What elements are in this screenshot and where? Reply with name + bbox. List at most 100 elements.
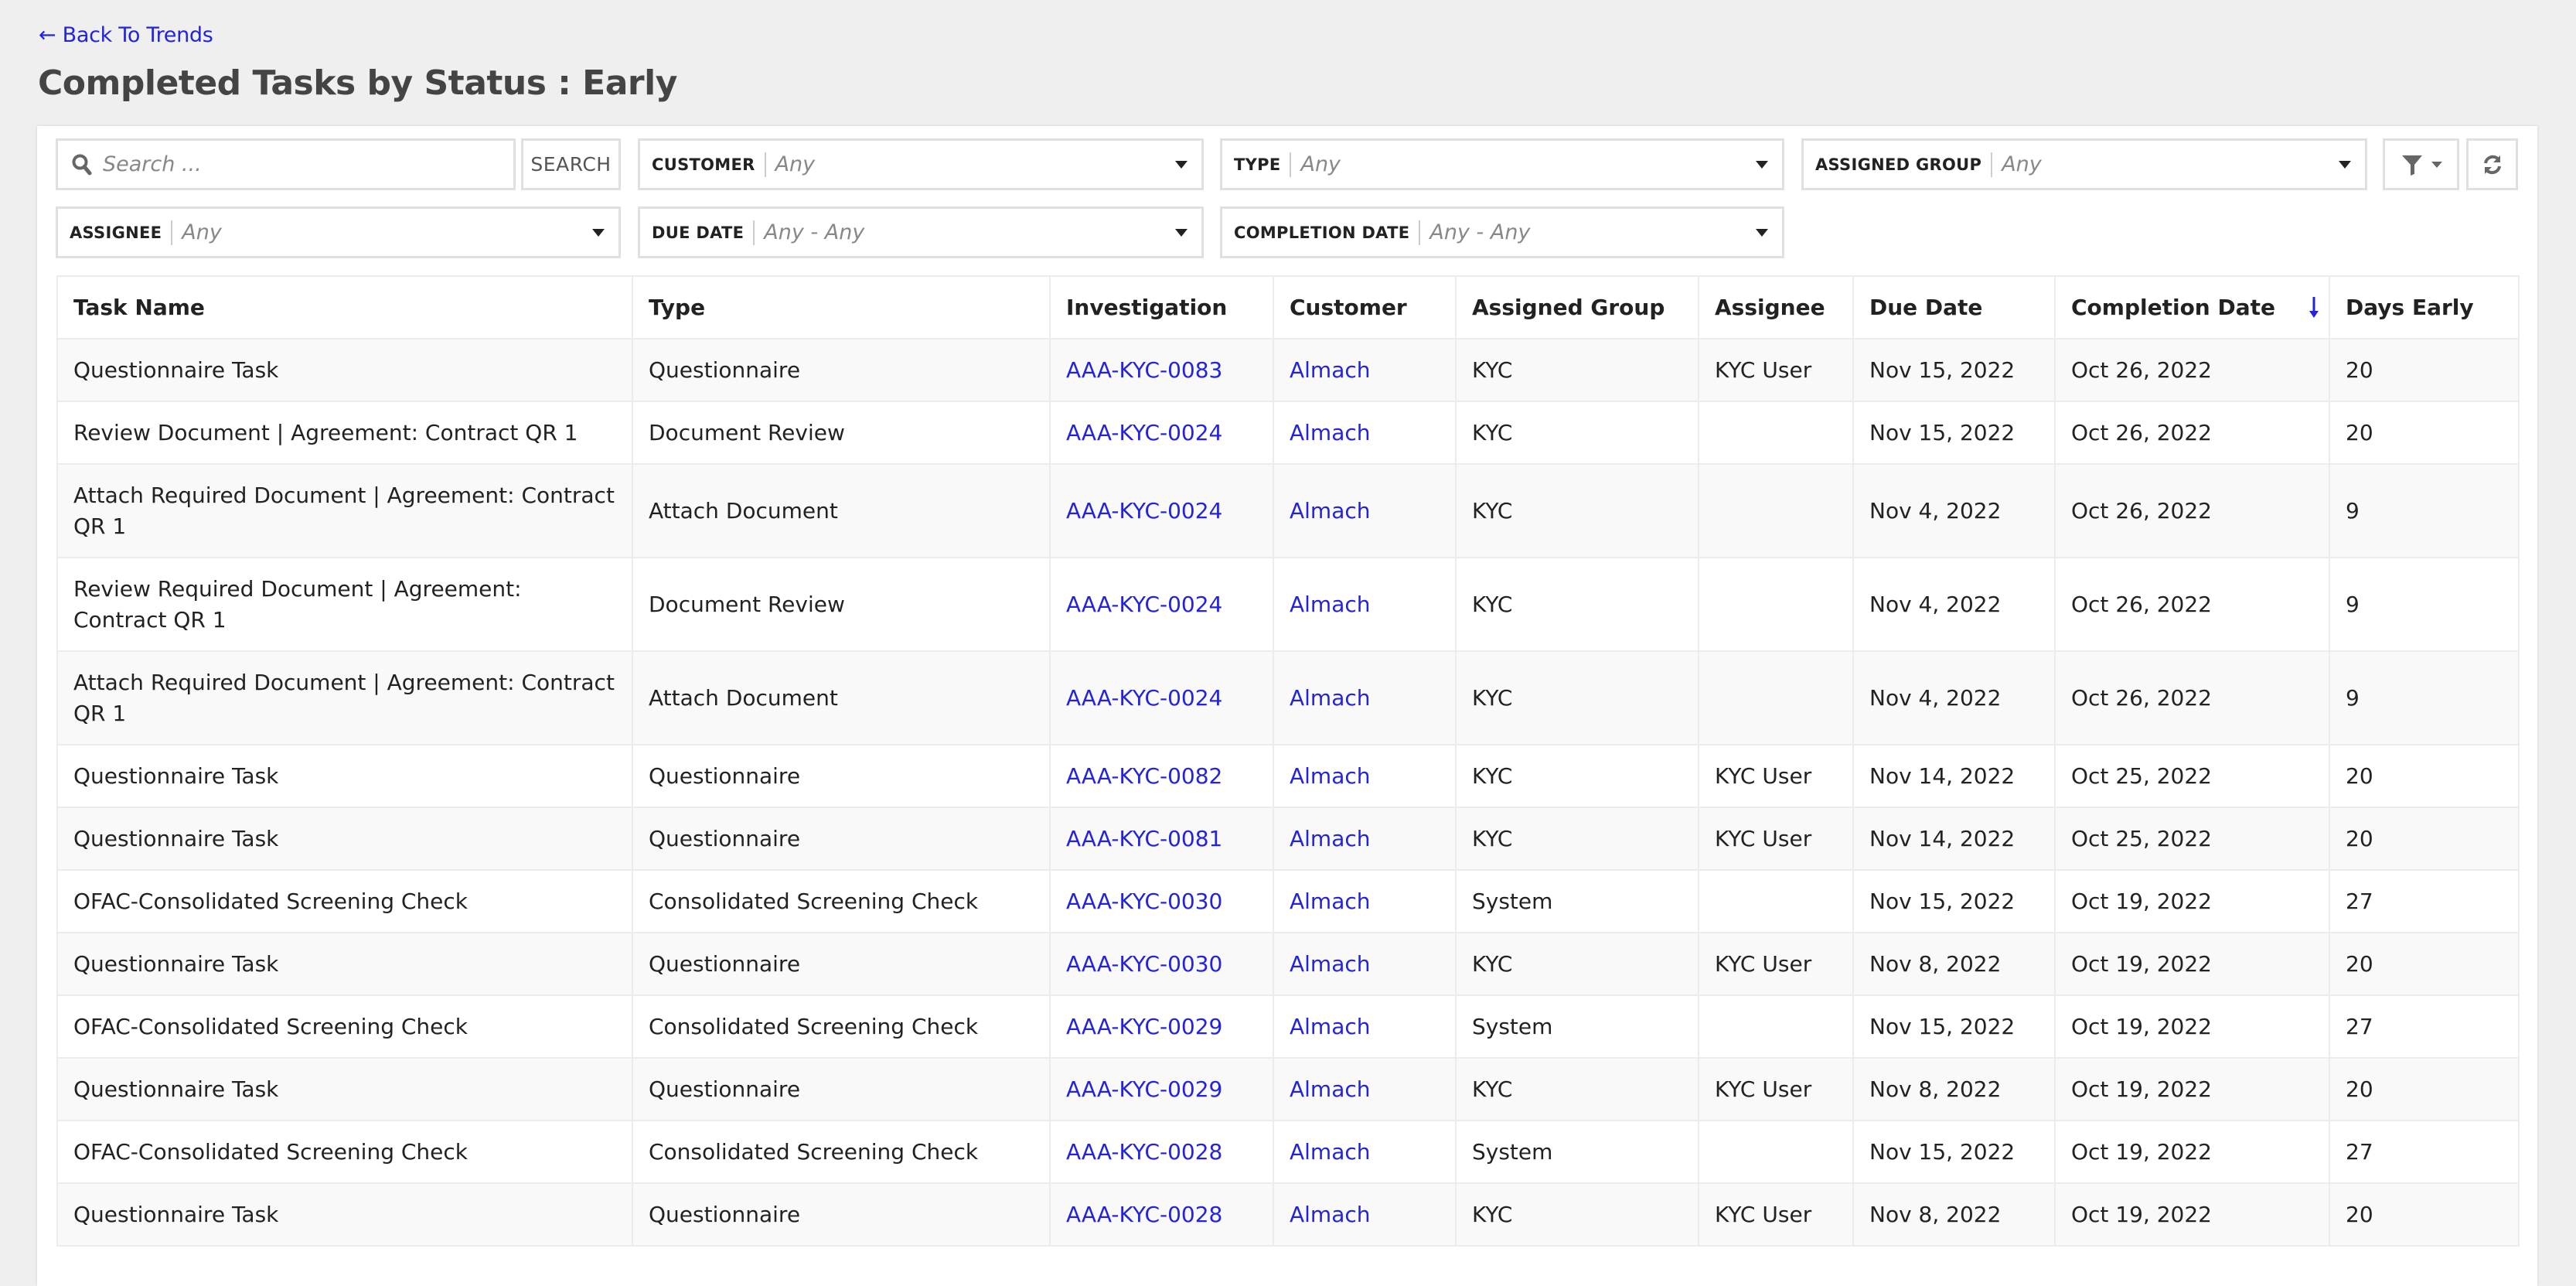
customer-link[interactable]: Almach — [1290, 357, 1371, 383]
column-header-assignee[interactable]: Assignee — [1698, 275, 1854, 339]
assignee-cell: KYC User — [1698, 932, 1854, 996]
customer-link[interactable]: Almach — [1290, 1076, 1371, 1102]
customer-link[interactable]: Almach — [1290, 826, 1371, 851]
investigation-link[interactable]: AAA-KYC-0024 — [1066, 592, 1222, 617]
completion-date-cell: Oct 19, 2022 — [2054, 1057, 2330, 1121]
column-header-type[interactable]: Type — [632, 275, 1051, 339]
customer-link[interactable]: Almach — [1290, 685, 1371, 711]
table-row[interactable]: Questionnaire Task Questionnaire AAA-KYC-0… — [56, 338, 2520, 402]
type-cell: Questionnaire — [632, 744, 1051, 808]
investigation-link[interactable]: AAA-KYC-0082 — [1066, 763, 1222, 789]
assigned-group-cell: KYC — [1455, 650, 1699, 745]
table-row[interactable]: Questionnaire Task Questionnaire AAA-KYC-0… — [56, 1182, 2520, 1247]
investigation-cell: AAA-KYC-0024 — [1049, 401, 1274, 465]
assigned-group-filter-value: Any — [2002, 152, 2042, 176]
refresh-button[interactable] — [2466, 138, 2518, 190]
investigation-link[interactable]: AAA-KYC-0029 — [1066, 1076, 1222, 1102]
task-name-cell: Attach Required Document | Agreement: Co… — [56, 463, 633, 558]
type-filter[interactable]: TYPE Any — [1220, 138, 1784, 190]
task-name-cell: OFAC-Consolidated Screening Check — [56, 869, 633, 933]
due-date-cell: Nov 15, 2022 — [1852, 1120, 2056, 1184]
assigned-group-cell: KYC — [1455, 463, 1699, 558]
type-cell: Consolidated Screening Check — [632, 1120, 1051, 1184]
type-cell: Document Review — [632, 557, 1051, 652]
task-name-cell: Questionnaire Task — [56, 744, 633, 808]
type-cell: Questionnaire — [632, 1182, 1051, 1247]
table-row[interactable]: Attach Required Document | Agreement: Co… — [56, 463, 2520, 558]
table-row[interactable]: Questionnaire Task Questionnaire AAA-KYC-0… — [56, 1057, 2520, 1121]
filter-menu-button[interactable] — [2383, 138, 2459, 190]
search-input[interactable] — [101, 152, 491, 177]
customer-link[interactable]: Almach — [1290, 1014, 1371, 1039]
investigation-link[interactable]: AAA-KYC-0030 — [1066, 951, 1222, 977]
customer-link[interactable]: Almach — [1290, 498, 1371, 524]
table-row[interactable]: Questionnaire Task Questionnaire AAA-KYC-0… — [56, 744, 2520, 808]
assignee-cell — [1698, 557, 1854, 652]
table-row[interactable]: Review Document | Agreement: Contract QR… — [56, 401, 2520, 465]
assigned-group-filter[interactable]: ASSIGNED GROUP Any — [1801, 138, 2367, 190]
chevron-down-icon — [2339, 160, 2351, 169]
column-header-assigned-group[interactable]: Assigned Group — [1455, 275, 1699, 339]
assignee-filter[interactable]: ASSIGNEE Any — [56, 206, 621, 258]
task-name-cell: Review Document | Agreement: Contract QR… — [56, 401, 633, 465]
column-header-due-date[interactable]: Due Date — [1852, 275, 2056, 339]
investigation-cell: AAA-KYC-0081 — [1049, 807, 1274, 871]
days-early-cell: 20 — [2329, 1182, 2520, 1247]
assignee-cell: KYC User — [1698, 744, 1854, 808]
table-row[interactable]: OFAC-Consolidated Screening Check Consoli… — [56, 1120, 2520, 1184]
investigation-link[interactable]: AAA-KYC-0024 — [1066, 498, 1222, 524]
customer-cell: Almach — [1273, 869, 1457, 933]
assigned-group-cell: KYC — [1455, 932, 1699, 996]
assignee-cell — [1698, 994, 1854, 1059]
investigation-link[interactable]: AAA-KYC-0029 — [1066, 1014, 1222, 1039]
investigation-link[interactable]: AAA-KYC-0081 — [1066, 826, 1222, 851]
column-header-investigation[interactable]: Investigation — [1049, 275, 1274, 339]
completion-date-cell: Oct 19, 2022 — [2054, 1120, 2330, 1184]
customer-link[interactable]: Almach — [1290, 763, 1371, 789]
customer-link[interactable]: Almach — [1290, 420, 1371, 445]
investigation-link[interactable]: AAA-KYC-0030 — [1066, 889, 1222, 914]
type-filter-label: TYPE — [1234, 155, 1281, 174]
type-cell: Questionnaire — [632, 807, 1051, 871]
tasks-table: Task Name Type Investigation Customer As… — [56, 275, 2520, 1247]
investigation-link[interactable]: AAA-KYC-0028 — [1066, 1139, 1222, 1165]
due-date-filter[interactable]: DUE DATE Any - Any — [638, 206, 1204, 258]
days-early-cell: 20 — [2329, 744, 2520, 808]
back-to-trends-link[interactable]: ← Back To Trends — [39, 23, 213, 47]
column-header-customer[interactable]: Customer — [1273, 275, 1457, 339]
column-header-completion-date[interactable]: Completion Date — [2054, 275, 2330, 339]
column-header-task-name[interactable]: Task Name — [56, 275, 633, 339]
investigation-cell: AAA-KYC-0024 — [1049, 650, 1274, 745]
search-button[interactable]: SEARCH — [521, 138, 621, 190]
table-row[interactable]: Attach Required Document | Agreement: Co… — [56, 650, 2520, 745]
search-field[interactable] — [56, 138, 516, 190]
completion-date-filter[interactable]: COMPLETION DATE Any - Any — [1220, 206, 1784, 258]
completion-date-cell: Oct 26, 2022 — [2054, 338, 2330, 402]
sort-descending-icon[interactable] — [2309, 296, 2319, 319]
table-row[interactable]: OFAC-Consolidated Screening Check Consoli… — [56, 994, 2520, 1059]
investigation-link[interactable]: AAA-KYC-0083 — [1066, 357, 1222, 383]
customer-link[interactable]: Almach — [1290, 951, 1371, 977]
customer-cell: Almach — [1273, 1120, 1457, 1184]
customer-link[interactable]: Almach — [1290, 592, 1371, 617]
due-date-cell: Nov 4, 2022 — [1852, 650, 2056, 745]
table-row[interactable]: Questionnaire Task Questionnaire AAA-KYC-0… — [56, 807, 2520, 871]
customer-link[interactable]: Almach — [1290, 1139, 1371, 1165]
investigation-link[interactable]: AAA-KYC-0024 — [1066, 685, 1222, 711]
type-cell: Consolidated Screening Check — [632, 994, 1051, 1059]
type-cell: Attach Document — [632, 463, 1051, 558]
task-name-cell: Review Required Document | Agreement: Co… — [56, 557, 633, 652]
customer-cell: Almach — [1273, 650, 1457, 745]
table-row[interactable]: Questionnaire Task Questionnaire AAA-KYC-0… — [56, 932, 2520, 996]
assigned-group-cell: KYC — [1455, 1182, 1699, 1247]
due-date-filter-value: Any - Any — [764, 220, 865, 244]
table-row[interactable]: OFAC-Consolidated Screening Check Consoli… — [56, 869, 2520, 933]
assigned-group-cell: KYC — [1455, 557, 1699, 652]
investigation-link[interactable]: AAA-KYC-0024 — [1066, 420, 1222, 445]
customer-link[interactable]: Almach — [1290, 889, 1371, 914]
table-row[interactable]: Review Required Document | Agreement: Co… — [56, 557, 2520, 652]
days-early-cell: 27 — [2329, 869, 2520, 933]
customer-filter[interactable]: CUSTOMER Any — [638, 138, 1204, 190]
days-early-cell: 20 — [2329, 338, 2520, 402]
column-header-days-early[interactable]: Days Early — [2329, 275, 2520, 339]
